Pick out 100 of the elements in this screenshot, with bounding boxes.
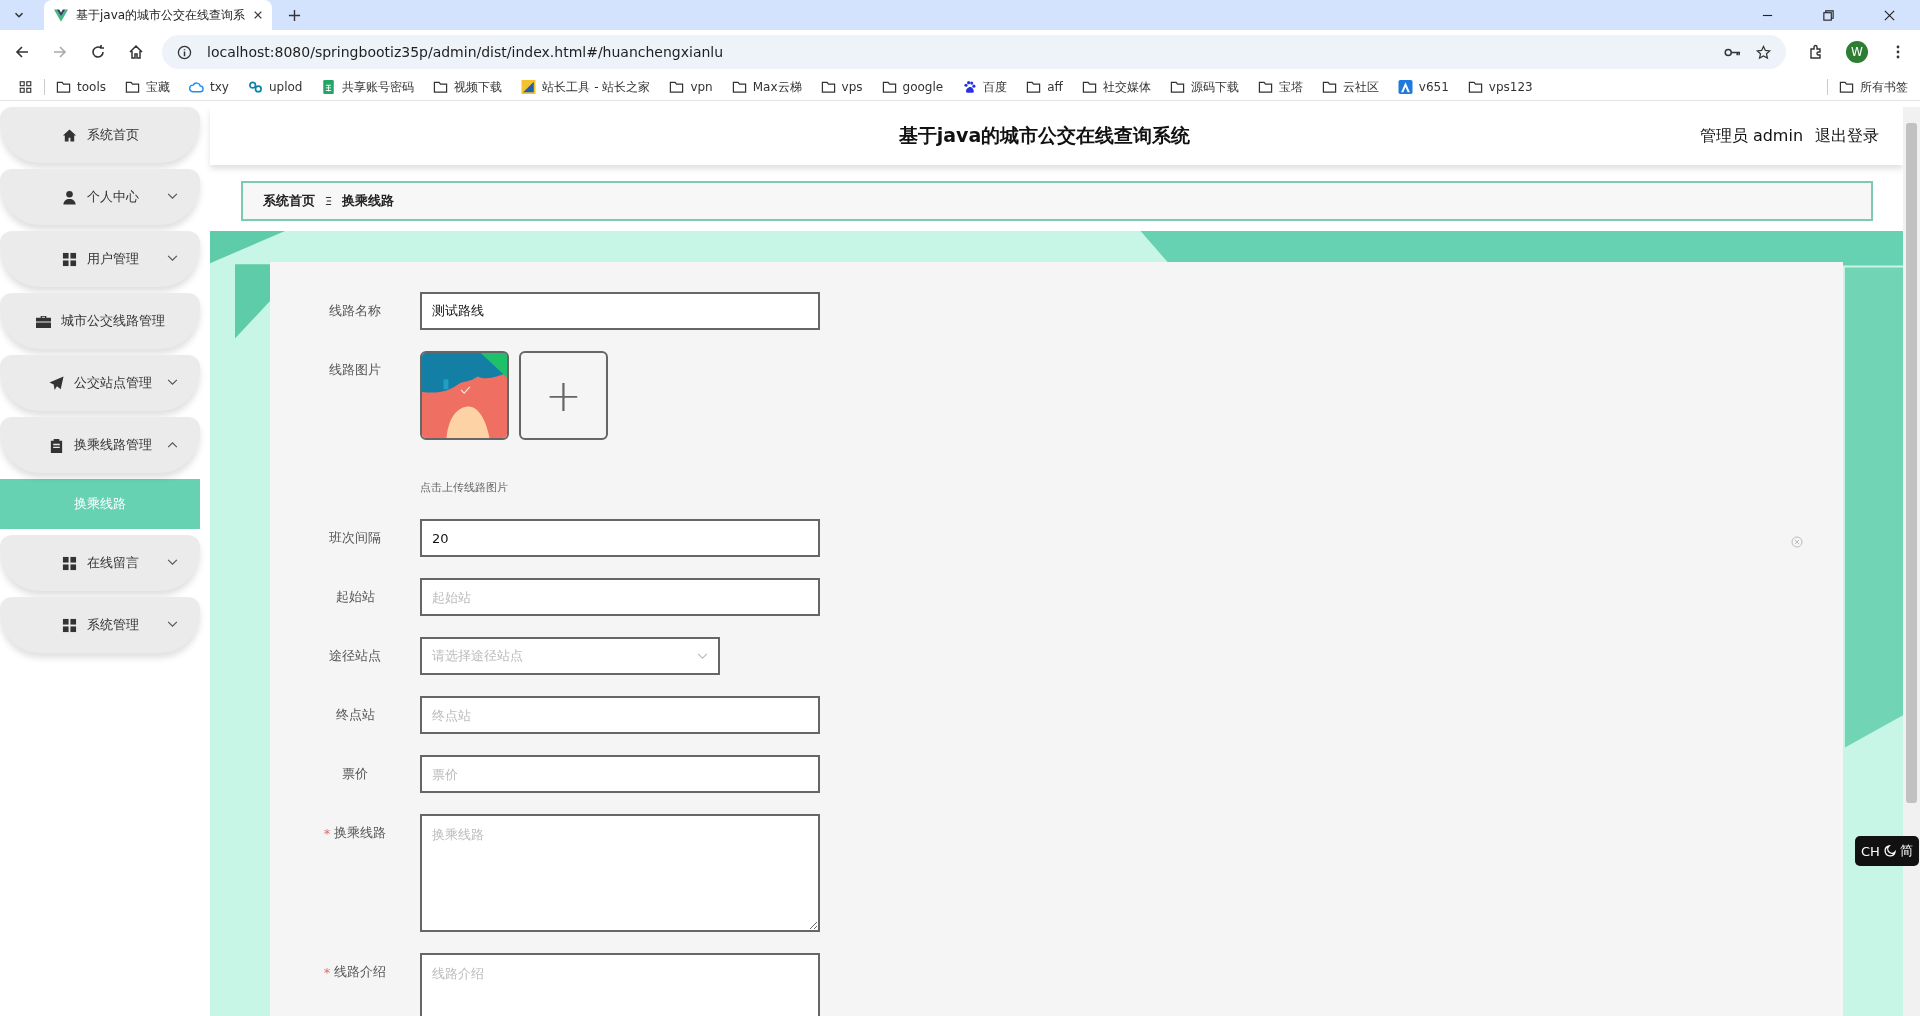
paw-icon <box>962 80 978 94</box>
menu-label: 公交站点管理 <box>73 374 152 392</box>
bookmark[interactable]: tools <box>56 80 106 94</box>
menu-label: 系统首页 <box>86 126 139 144</box>
bookmark-label: uplod <box>268 80 303 94</box>
upload-add-button[interactable]: + <box>519 351 608 440</box>
menu-label: 在线留言 <box>86 554 139 572</box>
bookmark-label: 宝藏 <box>146 78 170 96</box>
sidebar-item[interactable]: 系统首页 <box>0 107 200 163</box>
ime-indicator[interactable]: CH 简 <box>1855 836 1919 866</box>
upload-hint: 点击上传线路图片 <box>420 480 509 495</box>
briefcase-icon <box>35 313 51 329</box>
menu-label: 用户管理 <box>86 250 139 268</box>
bookmark[interactable]: v651 <box>1397 80 1449 94</box>
field-label: * 换乘线路 <box>322 824 388 842</box>
bookmark[interactable]: vps <box>820 80 863 94</box>
required-asterisk: * <box>323 964 331 980</box>
menu-label: 个人中心 <box>86 188 139 206</box>
sidebar-item[interactable]: 换乘线路管理 <box>0 417 200 473</box>
restore-icon[interactable] <box>1822 8 1835 22</box>
system-title: 基于java的城市公交在线查询系统 <box>898 123 1191 148</box>
input-field[interactable]: 终点站 <box>420 696 820 734</box>
sidebar-item[interactable]: 系统管理 <box>0 597 200 653</box>
bookmark-label: vpn <box>690 80 713 94</box>
apps-icon[interactable] <box>18 80 33 94</box>
sidebar-item[interactable]: 城市公交线路管理 <box>0 293 200 349</box>
folder-icon <box>731 80 747 94</box>
bookmark[interactable]: 源码下载 <box>1169 78 1239 96</box>
sidebar-item[interactable]: 个人中心 <box>0 169 200 225</box>
required-asterisk: * <box>323 825 331 841</box>
logout-link[interactable]: 退出登录 <box>1815 125 1879 147</box>
star-icon[interactable] <box>1755 44 1772 60</box>
bookmark-label: vps123 <box>1488 80 1533 94</box>
caret-icon <box>167 621 178 628</box>
sidebar-item[interactable]: 用户管理 <box>0 231 200 287</box>
bookmark[interactable]: 共享账号密码 <box>321 78 415 96</box>
menu-label: 换乘线路管理 <box>73 436 152 454</box>
bookmark[interactable]: vpn <box>669 80 713 94</box>
folder-icon <box>1081 80 1097 94</box>
bookmark[interactable]: google <box>881 80 944 94</box>
bookmark[interactable]: Max云梯 <box>731 78 802 96</box>
home-icon[interactable] <box>128 44 144 60</box>
bookmark[interactable]: 社交媒体 <box>1081 78 1151 96</box>
input-field[interactable]: 票价 <box>420 755 820 793</box>
bookmark-label: 社交媒体 <box>1102 78 1151 96</box>
breadcrumb-item: 换乘线路 <box>342 192 394 210</box>
profile-avatar[interactable]: W <box>1846 41 1868 63</box>
bookmark-label: google <box>902 80 944 94</box>
extensions-icon[interactable] <box>1808 44 1824 60</box>
bookmark-label: aff <box>1047 80 1063 94</box>
caret-icon <box>167 559 178 566</box>
address-bar[interactable]: localhost:8080/springbootiz35p/admin/dist/index.html#/huanchengxianlu <box>162 35 1786 69</box>
folder-icon <box>1839 80 1854 94</box>
bookmark[interactable]: aff <box>1026 80 1063 94</box>
bookmark[interactable]: 宝藏 <box>125 78 170 96</box>
bookmark[interactable]: 百度 <box>962 78 1008 96</box>
clipboard-icon <box>48 437 64 453</box>
all-bookmarks[interactable]: 所有书签 <box>1839 78 1908 96</box>
text-area[interactable]: 换乘线路 <box>420 814 820 932</box>
sidebar-item[interactable]: 公交站点管理 <box>0 355 200 411</box>
chart-tile-icon <box>521 80 537 94</box>
field-label: 起始站 <box>334 588 376 606</box>
menu-label: 系统管理 <box>86 616 139 634</box>
caret-icon <box>167 441 178 448</box>
bookmark[interactable]: 宝塔 <box>1257 78 1303 96</box>
field-label: 途径站点 <box>328 647 382 665</box>
bookmark-label: 站长工具 - 站长之家 <box>542 78 651 96</box>
bookmark-label: vps <box>841 80 863 94</box>
bookmark[interactable]: vps123 <box>1467 80 1533 94</box>
caret-icon <box>167 379 178 386</box>
field-label: * 线路介绍 <box>322 963 388 981</box>
bookmark[interactable]: 站长工具 - 站长之家 <box>521 78 651 96</box>
input-field[interactable]: 20 <box>420 519 820 557</box>
site-info-icon[interactable] <box>176 44 193 60</box>
check-icon <box>460 386 471 394</box>
bookmark[interactable]: 视频下载 <box>433 78 503 96</box>
sidebar-item[interactable]: 在线留言 <box>0 535 200 591</box>
back-icon[interactable] <box>14 44 30 60</box>
separator-icon <box>325 196 332 206</box>
bookmark[interactable]: 云社区 <box>1321 78 1379 96</box>
folder-icon <box>125 80 140 94</box>
bookmark[interactable]: uplod <box>247 80 303 94</box>
close-icon[interactable] <box>253 10 264 20</box>
bookmark-label: 宝塔 <box>1278 78 1303 96</box>
bookmark[interactable]: txy <box>189 80 229 94</box>
bookmark-label: v651 <box>1418 80 1449 94</box>
text-area[interactable]: 线路介绍 <box>420 953 820 1016</box>
close-window-icon[interactable] <box>1883 8 1896 22</box>
breadcrumb-item[interactable]: 系统首页 <box>263 192 315 210</box>
input-field[interactable]: 测试路线 <box>420 292 820 330</box>
new-tab-icon[interactable] <box>288 8 301 22</box>
field-label: 票价 <box>341 765 369 783</box>
home-icon <box>61 127 77 143</box>
folder-icon <box>820 80 836 94</box>
reload-icon[interactable] <box>90 44 106 60</box>
input-field[interactable]: 起始站 <box>420 578 820 616</box>
browser-tab[interactable]: 基于java的城市公交在线查询系 <box>44 0 272 30</box>
caret-icon <box>167 193 178 200</box>
bookmark-label: 共享账号密码 <box>342 78 415 96</box>
field-label: 线路图片 <box>328 361 382 379</box>
